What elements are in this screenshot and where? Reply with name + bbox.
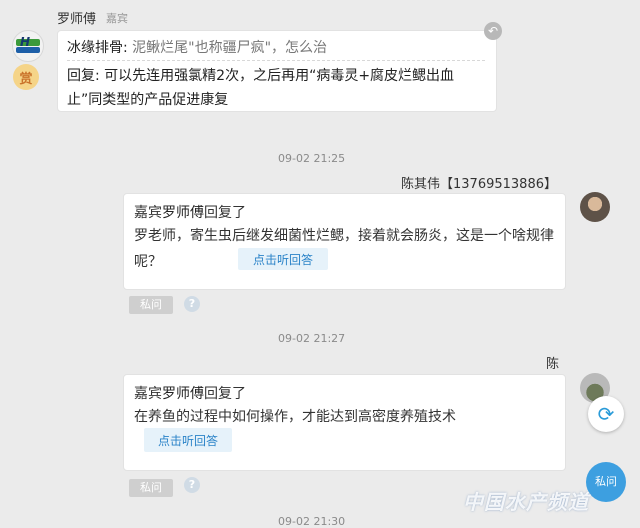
quoted-question: 冰缘排骨: 泥鳅烂尾"也称疆尸疯"，怎么治 bbox=[67, 37, 327, 57]
reply-header-name: 罗师傅 bbox=[162, 386, 204, 402]
reply-header-action: 回复了 bbox=[204, 386, 246, 402]
reward-icon[interactable]: 赏 bbox=[13, 64, 39, 90]
undo-icon[interactable]: ↶ bbox=[484, 22, 502, 40]
listen-answer-button[interactable]: 点击听回答 bbox=[144, 428, 232, 452]
reply-header: 嘉宾罗师傅回复了 bbox=[134, 202, 246, 222]
timestamp: 09-02 21:27 bbox=[278, 332, 346, 345]
private-ask-button[interactable]: 私问 bbox=[129, 479, 173, 497]
reply-header-role: 嘉宾 bbox=[134, 205, 162, 221]
private-ask-button[interactable]: 私问 bbox=[129, 296, 173, 314]
logo-mark: H bbox=[20, 35, 31, 49]
listen-answer-button[interactable]: 点击听回答 bbox=[238, 248, 328, 270]
guest-avatar[interactable]: H bbox=[12, 30, 44, 62]
help-icon[interactable]: ? bbox=[184, 296, 200, 312]
sender-role-badge: 嘉宾 bbox=[106, 12, 128, 25]
asker-avatar[interactable] bbox=[580, 192, 610, 222]
divider bbox=[67, 60, 485, 61]
reply-header-name: 罗师傅 bbox=[162, 205, 204, 221]
help-icon[interactable]: ? bbox=[184, 477, 200, 493]
question-body: 在养鱼的过程中如何操作，才能达到高密度养殖技术 bbox=[134, 409, 456, 425]
private-ask-fab[interactable]: 私问 bbox=[586, 462, 626, 502]
asker-name: 陈 bbox=[546, 357, 560, 372]
timestamp: 09-02 21:25 bbox=[278, 152, 346, 165]
question-body: 罗老师，寄生虫后继发细菌性烂鳃，接着就会肠炎，这是一个啥规律呢？ bbox=[134, 228, 554, 270]
timestamp: 09-02 21:30 bbox=[278, 515, 346, 528]
refresh-icon[interactable]: ⟳ bbox=[588, 396, 624, 432]
sender-name: 罗师傅 bbox=[57, 12, 97, 27]
reply-text: 回复: 可以先连用强氯精2次，之后再用“病毒灵+腐皮烂鳃出血止”同类型的产品促进… bbox=[67, 68, 455, 108]
reply-header-role: 嘉宾 bbox=[134, 386, 162, 402]
question-author: 冰缘排骨: bbox=[67, 40, 128, 56]
watermark: 中国水产频道 bbox=[463, 490, 589, 514]
reply-header-action: 回复了 bbox=[204, 205, 246, 221]
asker-name: 陈其伟【13769513886】 bbox=[401, 177, 557, 192]
reply-header: 嘉宾罗师傅回复了 bbox=[134, 383, 246, 403]
question-text: 泥鳅烂尾"也称疆尸疯"，怎么治 bbox=[132, 40, 328, 56]
